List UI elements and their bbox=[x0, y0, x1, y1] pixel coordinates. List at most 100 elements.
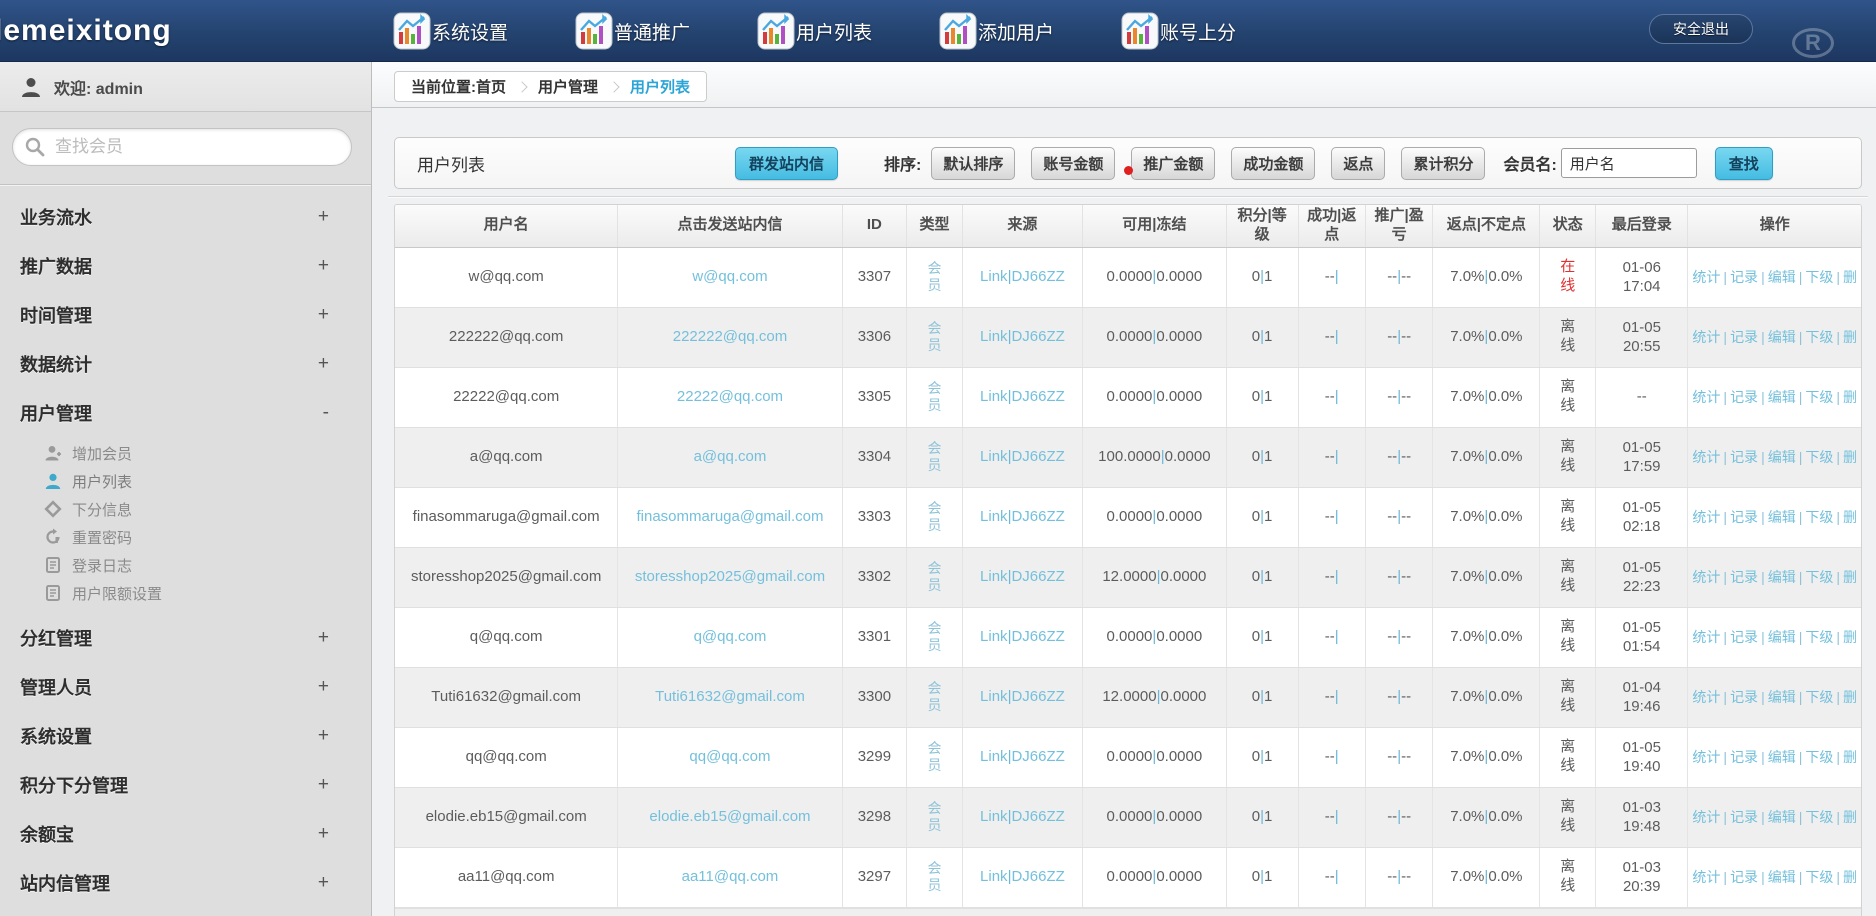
sidebar-section[interactable]: 分红管理+ bbox=[0, 613, 371, 662]
send-message-link[interactable]: q@qq.com bbox=[694, 628, 767, 645]
sidebar-section[interactable]: 积分下分管理+ bbox=[0, 760, 371, 809]
action-link-记录[interactable]: 记录 bbox=[1730, 329, 1758, 345]
sidebar-item[interactable]: 增加会员 bbox=[0, 439, 371, 467]
action-link-下级[interactable]: 下级 bbox=[1805, 869, 1833, 885]
action-link-记录[interactable]: 记录 bbox=[1730, 689, 1758, 705]
sidebar-section[interactable]: 业务流水+ bbox=[0, 192, 371, 241]
send-message-link[interactable]: qq@qq.com bbox=[689, 748, 770, 765]
bulk-message-button[interactable]: 群发站内信 bbox=[735, 147, 838, 180]
action-link-编辑[interactable]: 编辑 bbox=[1768, 269, 1796, 285]
action-link-编辑[interactable]: 编辑 bbox=[1768, 389, 1796, 405]
send-message-link[interactable]: w@qq.com bbox=[692, 268, 767, 285]
action-link-删[interactable]: 删 bbox=[1843, 869, 1857, 885]
action-link-下级[interactable]: 下级 bbox=[1805, 449, 1833, 465]
action-link-下级[interactable]: 下级 bbox=[1805, 509, 1833, 525]
sidebar-item[interactable]: 登录日志 bbox=[0, 551, 371, 579]
action-link-记录[interactable]: 记录 bbox=[1730, 269, 1758, 285]
action-link-下级[interactable]: 下级 bbox=[1805, 329, 1833, 345]
topnav-item[interactable]: 添加用户 bbox=[939, 12, 1121, 50]
sort-button[interactable]: 累计积分 bbox=[1401, 147, 1485, 180]
action-link-删[interactable]: 删 bbox=[1843, 689, 1857, 705]
sort-button[interactable]: 推广金额 bbox=[1131, 147, 1215, 180]
action-link-删[interactable]: 删 bbox=[1843, 449, 1857, 465]
source-link[interactable]: Link|DJ66ZZ bbox=[980, 508, 1065, 525]
sidebar-item[interactable]: 用户限额设置 bbox=[0, 579, 371, 607]
sidebar-item[interactable]: 重置密码 bbox=[0, 523, 371, 551]
source-link[interactable]: Link|DJ66ZZ bbox=[980, 748, 1065, 765]
topnav-item[interactable]: 普通推广 bbox=[575, 12, 757, 50]
action-link-统计[interactable]: 统计 bbox=[1692, 749, 1720, 765]
action-link-下级[interactable]: 下级 bbox=[1805, 689, 1833, 705]
action-link-删[interactable]: 删 bbox=[1843, 269, 1857, 285]
source-link[interactable]: Link|DJ66ZZ bbox=[980, 568, 1065, 585]
action-link-记录[interactable]: 记录 bbox=[1730, 629, 1758, 645]
action-link-统计[interactable]: 统计 bbox=[1692, 509, 1720, 525]
sort-button[interactable]: 默认排序 bbox=[931, 147, 1015, 180]
action-link-编辑[interactable]: 编辑 bbox=[1768, 809, 1796, 825]
action-link-删[interactable]: 删 bbox=[1843, 809, 1857, 825]
source-link[interactable]: Link|DJ66ZZ bbox=[980, 688, 1065, 705]
action-link-记录[interactable]: 记录 bbox=[1730, 569, 1758, 585]
member-search-input[interactable] bbox=[12, 128, 352, 166]
send-message-link[interactable]: 22222@qq.com bbox=[677, 388, 783, 405]
sidebar-section[interactable]: 时间管理+ bbox=[0, 290, 371, 339]
sidebar-section[interactable]: 管理人员+ bbox=[0, 662, 371, 711]
source-link[interactable]: Link|DJ66ZZ bbox=[980, 868, 1065, 885]
action-link-统计[interactable]: 统计 bbox=[1692, 389, 1720, 405]
action-link-记录[interactable]: 记录 bbox=[1730, 389, 1758, 405]
action-link-记录[interactable]: 记录 bbox=[1730, 809, 1758, 825]
action-link-下级[interactable]: 下级 bbox=[1805, 749, 1833, 765]
sort-button[interactable]: 成功金额 bbox=[1231, 147, 1315, 180]
action-link-编辑[interactable]: 编辑 bbox=[1768, 689, 1796, 705]
action-link-编辑[interactable]: 编辑 bbox=[1768, 629, 1796, 645]
logout-button[interactable]: 安全退出 bbox=[1649, 14, 1753, 44]
action-link-统计[interactable]: 统计 bbox=[1692, 869, 1720, 885]
action-link-记录[interactable]: 记录 bbox=[1730, 449, 1758, 465]
sidebar-section[interactable]: 系统设置+ bbox=[0, 711, 371, 760]
send-message-link[interactable]: finasommaruga@gmail.com bbox=[636, 508, 823, 525]
action-link-统计[interactable]: 统计 bbox=[1692, 269, 1720, 285]
action-link-编辑[interactable]: 编辑 bbox=[1768, 449, 1796, 465]
sidebar-item[interactable]: 下分信息 bbox=[0, 495, 371, 523]
action-link-删[interactable]: 删 bbox=[1843, 329, 1857, 345]
action-link-下级[interactable]: 下级 bbox=[1805, 629, 1833, 645]
breadcrumb-item[interactable]: 用户管理 bbox=[538, 76, 598, 97]
send-message-link[interactable]: Tuti61632@gmail.com bbox=[655, 688, 805, 705]
action-link-删[interactable]: 删 bbox=[1843, 509, 1857, 525]
action-link-下级[interactable]: 下级 bbox=[1805, 269, 1833, 285]
sidebar-item[interactable]: 用户列表 bbox=[0, 467, 371, 495]
source-link[interactable]: Link|DJ66ZZ bbox=[980, 268, 1065, 285]
action-link-删[interactable]: 删 bbox=[1843, 569, 1857, 585]
action-link-记录[interactable]: 记录 bbox=[1730, 749, 1758, 765]
send-message-link[interactable]: a@qq.com bbox=[694, 448, 767, 465]
action-link-编辑[interactable]: 编辑 bbox=[1768, 749, 1796, 765]
source-link[interactable]: Link|DJ66ZZ bbox=[980, 388, 1065, 405]
action-link-删[interactable]: 删 bbox=[1843, 749, 1857, 765]
action-link-下级[interactable]: 下级 bbox=[1805, 389, 1833, 405]
source-link[interactable]: Link|DJ66ZZ bbox=[980, 328, 1065, 345]
sort-button[interactable]: 账号金额 bbox=[1031, 147, 1115, 180]
topnav-item[interactable]: 系统设置 bbox=[393, 12, 575, 50]
source-link[interactable]: Link|DJ66ZZ bbox=[980, 628, 1065, 645]
topnav-item[interactable]: 账号上分 bbox=[1121, 12, 1303, 50]
action-link-统计[interactable]: 统计 bbox=[1692, 449, 1720, 465]
breadcrumb-item[interactable]: 用户列表 bbox=[630, 76, 690, 97]
action-link-统计[interactable]: 统计 bbox=[1692, 569, 1720, 585]
send-message-link[interactable]: 222222@qq.com bbox=[673, 328, 787, 345]
action-link-编辑[interactable]: 编辑 bbox=[1768, 329, 1796, 345]
action-link-编辑[interactable]: 编辑 bbox=[1768, 569, 1796, 585]
member-name-input[interactable] bbox=[1561, 148, 1697, 178]
action-link-编辑[interactable]: 编辑 bbox=[1768, 869, 1796, 885]
send-message-link[interactable]: storesshop2025@gmail.com bbox=[635, 568, 825, 585]
sort-button[interactable]: 返点 bbox=[1331, 147, 1385, 180]
action-link-编辑[interactable]: 编辑 bbox=[1768, 509, 1796, 525]
action-link-统计[interactable]: 统计 bbox=[1692, 329, 1720, 345]
action-link-下级[interactable]: 下级 bbox=[1805, 569, 1833, 585]
sidebar-section[interactable]: 数据统计+ bbox=[0, 339, 371, 388]
topnav-item[interactable]: 用户列表 bbox=[757, 12, 939, 50]
action-link-下级[interactable]: 下级 bbox=[1805, 809, 1833, 825]
sidebar-section[interactable]: 余额宝+ bbox=[0, 809, 371, 858]
breadcrumb-item[interactable]: 首页 bbox=[476, 76, 506, 97]
action-link-记录[interactable]: 记录 bbox=[1730, 509, 1758, 525]
action-link-删[interactable]: 删 bbox=[1843, 629, 1857, 645]
